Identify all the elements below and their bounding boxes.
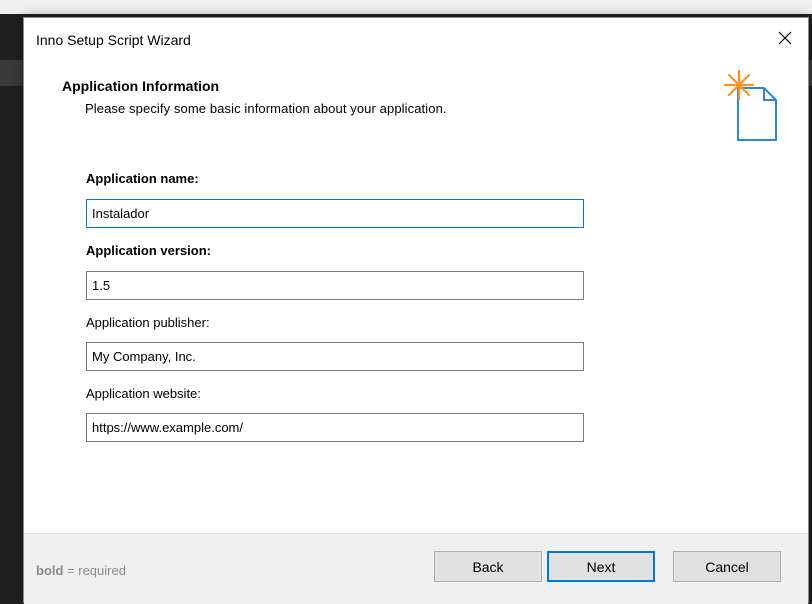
wizard-window: Inno Setup Script Wizard Application Inf… [23, 17, 809, 604]
application-name-input[interactable] [86, 199, 584, 228]
application-website-input[interactable] [86, 413, 584, 442]
next-button[interactable]: Next [547, 551, 655, 582]
back-button[interactable]: Back [434, 551, 542, 582]
close-icon [778, 31, 792, 45]
wizard-header: Application Information Please specify s… [24, 62, 808, 162]
application-version-label: Application version: [86, 243, 211, 258]
application-website-label: Application website: [86, 386, 201, 401]
application-version-input[interactable] [86, 271, 584, 300]
wizard-footer: bold = required Back Next Cancel [24, 533, 808, 604]
title-bar[interactable]: Inno Setup Script Wizard [24, 18, 808, 62]
page-subtitle: Please specify some basic information ab… [85, 101, 447, 116]
application-name-label: Application name: [86, 171, 199, 186]
required-legend: bold = required [36, 563, 126, 578]
close-button[interactable] [762, 18, 808, 58]
new-document-sparkle-icon [724, 69, 777, 141]
page-title: Application Information [62, 78, 220, 94]
application-publisher-label: Application publisher: [86, 315, 210, 330]
required-legend-bold: bold [36, 563, 64, 578]
application-publisher-input[interactable] [86, 342, 584, 371]
desktop-top-strip [0, 0, 812, 14]
required-legend-text: = required [63, 563, 126, 578]
cancel-button[interactable]: Cancel [673, 551, 781, 582]
window-title: Inno Setup Script Wizard [36, 32, 191, 48]
